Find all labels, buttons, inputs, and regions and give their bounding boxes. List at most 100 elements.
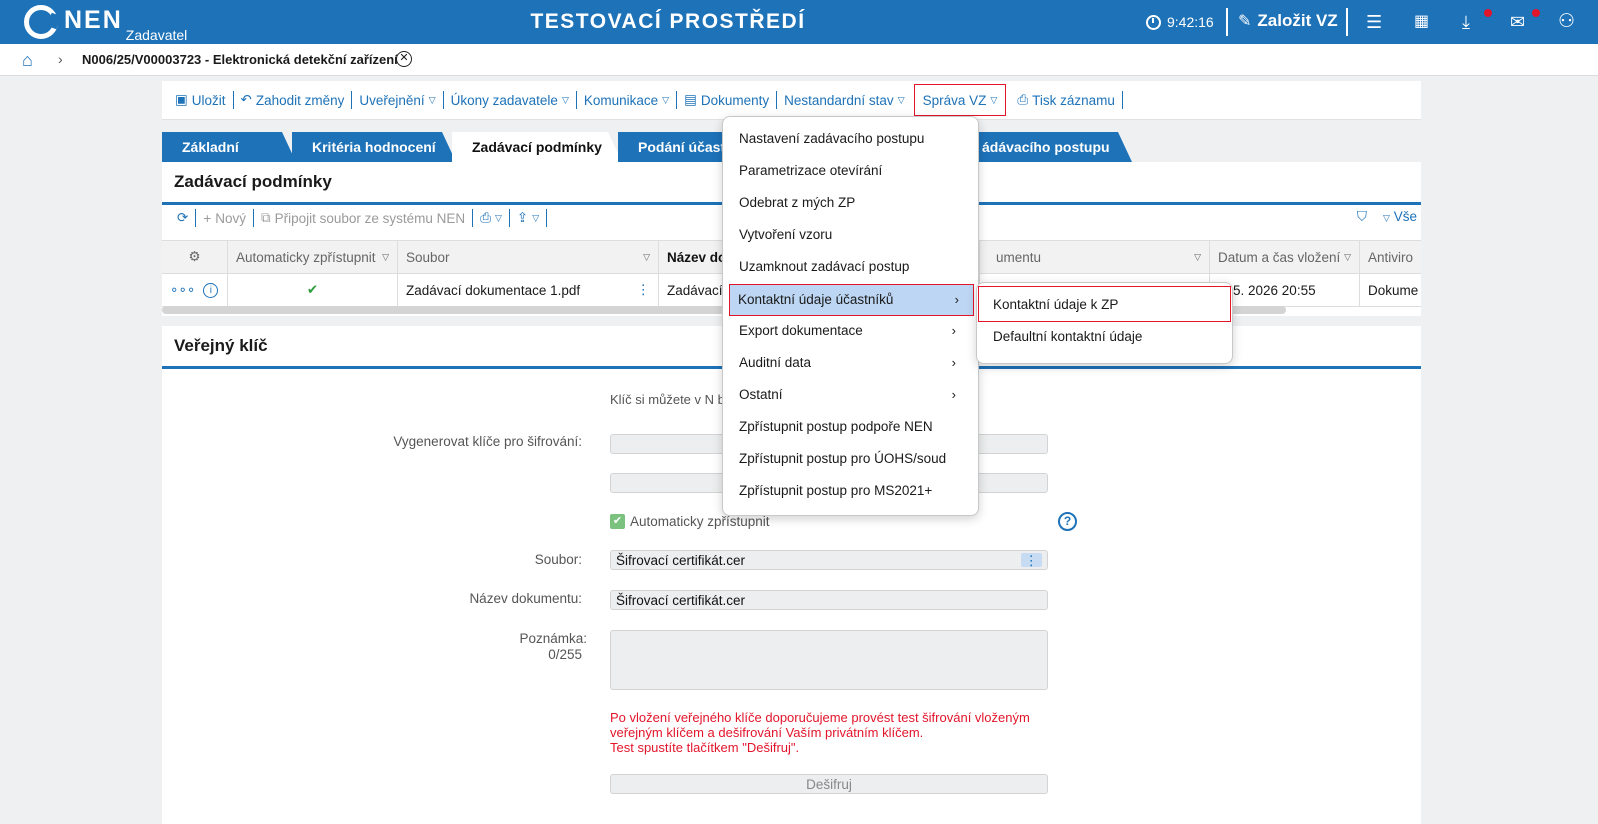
print-button[interactable]: ⎙ Tisk záznamu [1010,91,1123,109]
dropdown-icon: ▽ [662,94,670,105]
create-vz-label: Založit VZ [1257,11,1338,30]
menu-item-uohs[interactable]: Zpřístupnit postup pro ÚOHS/soud [731,444,970,474]
new-button[interactable]: + Nový [196,209,254,227]
chevron-right-icon: › [951,323,956,338]
check-icon: ✔ [228,274,398,306]
contacts-submenu: Kontaktní údaje k ZP Defaultní kontaktní… [976,282,1233,364]
note-label: Poznámka: [519,631,587,646]
menu-item-other-label: Ostatní [739,387,783,402]
generate-label: Vygenerovat klíče pro šifrování: [393,434,582,449]
row-actions[interactable]: ∘∘∘ i [162,274,228,306]
menu-item-remove[interactable]: Odebrat z mých ZP [731,188,970,218]
download-icon[interactable]: ⤓ [1462,12,1470,32]
chevron-right-icon: › [951,387,956,402]
mail-icon[interactable]: ✉ [1510,12,1525,32]
dropdown-icon: ▽ [990,94,998,105]
user-icon[interactable]: ⚇ [1558,12,1575,32]
menu-item-template[interactable]: Vytvoření vzoru [731,220,970,250]
note-counter: 0/255 [548,647,582,662]
menu-item-other[interactable]: Ostatní › [731,380,970,410]
close-icon[interactable]: ✕ [396,51,412,67]
menu-item-lock[interactable]: Uzamknout zadávací postup [731,252,970,282]
discard-button[interactable]: ↶ Zahodit změny [234,91,353,109]
documents-button[interactable]: ▤ Dokumenty [677,91,778,109]
filter-icon[interactable]: ⛉ [1357,209,1367,225]
help-icon[interactable]: ? [1058,512,1077,531]
tab-criteria[interactable]: Kritéria hodnocení [292,132,456,162]
tab-procedure[interactable]: ádávacího postupu [962,132,1132,162]
auto-publish-checkbox[interactable]: ✔ Automaticky zpřístupnit [610,514,770,529]
discard-label: Zahodit změny [255,92,345,108]
decrypt-button[interactable]: Dešifruj [610,774,1048,794]
note-textarea[interactable] [610,630,1048,690]
menu-item-settings[interactable]: Nastavení zadávacího postupu [731,124,970,154]
kebab-icon[interactable]: ⋮ [1020,553,1042,568]
breadcrumb-title[interactable]: N006/25/V00003723 - Elektronická detekčn… [82,52,398,67]
new-label: Nový [215,210,246,226]
divider [1346,8,1348,36]
attach-button[interactable]: ⧉ Připojit soubor ze systému NEN [254,209,474,227]
home-icon[interactable]: ⌂ [22,50,33,71]
column-antivirus[interactable]: Antiviro [1360,241,1421,273]
docname-field[interactable]: Šifrovací certifikát.cer [610,590,1048,610]
grid-print-menu[interactable]: ⎙ ▽ [473,209,510,227]
action-toolbar: ▣ Uložit ↶ Zahodit změny Uveřejnění ▽ Úkony… [162,81,1421,120]
column-doc[interactable]: umentu ▽ [980,241,1210,273]
column-file[interactable]: Soubor ▽ [398,241,659,273]
sort-icon: ▽ [1194,251,1201,262]
more-icon[interactable]: ∘∘∘ [170,282,195,298]
row-file[interactable]: Zadávací dokumentace 1.pdf ⋮ [398,274,659,306]
menu-item-opening[interactable]: Parametrizace otevírání [731,156,970,186]
decrypt-instruction: Test spustíte tlačítkem "Dešifruj". [610,740,800,755]
breadcrumb: ⌂ › N006/25/V00003723 - Elektronická det… [0,44,1598,76]
info-icon[interactable]: i [203,282,219,298]
chevron-right-icon: › [58,51,63,67]
show-all-button[interactable]: ▽ Vše [1383,209,1417,225]
calendar-icon[interactable]: ▦ [1414,12,1429,32]
column-antivirus-label: Antiviro [1368,249,1414,265]
document-icon: ▤ [684,92,697,107]
mail-badge [1532,9,1540,17]
export-menu[interactable]: ⇪ ▽ [510,209,548,227]
menu-item-audit-label: Auditní data [739,355,812,370]
tab-basic[interactable]: Základní údaje [162,132,296,162]
session-clock: 9:42:16 [1146,14,1214,30]
acts-menu[interactable]: Úkony zadavatele ▽ [444,91,577,109]
column-auto[interactable]: Automaticky zpřístupnit ▽ [228,241,398,273]
sort-icon: ▽ [643,251,650,262]
column-file-label: Soubor [406,249,450,265]
checkbox-checked-icon: ✔ [610,514,625,529]
row-antivirus: Dokume [1368,282,1419,298]
save-label: Uložit [191,92,226,108]
tab-conditions[interactable]: Zadávací podmínky [452,132,622,162]
menu-item-audit[interactable]: Auditní data › [731,348,970,378]
menu-item-contacts-label: Kontaktní údaje účastníků [738,292,894,307]
nonstandard-menu[interactable]: Nestandardní stav ▽ [777,91,911,109]
menu-item-ms2021[interactable]: Zpřístupnit postup pro MS2021+ [731,476,970,506]
file-field[interactable]: Šifrovací certifikát.cer ⋮ [610,550,1048,570]
column-settings-icon[interactable]: ⚙ [162,241,228,273]
clock-time: 9:42:16 [1167,14,1214,30]
submenu-item-default-contacts[interactable]: Defaultní kontaktní údaje [978,322,1224,352]
menu-item-support[interactable]: Zpřístupnit postup podpoře NEN [731,412,970,442]
management-menu[interactable]: Správa VZ ▽ [913,84,1007,116]
create-vz-button[interactable]: ✎ Založit VZ [1238,11,1338,31]
dropdown-icon: ▽ [428,94,436,105]
save-button[interactable]: ▣ Uložit [168,91,234,109]
publish-menu[interactable]: Uveřejnění ▽ [352,91,444,109]
communication-menu[interactable]: Komunikace ▽ [577,91,678,109]
menu-item-contacts[interactable]: Kontaktní údaje účastníků › [729,284,974,316]
menu-item-export[interactable]: Export dokumentace › [731,316,970,346]
submenu-item-zp-contacts[interactable]: Kontaktní údaje k ZP [978,286,1231,322]
top-bar: NEN Zadavatel TESTOVACÍ PROSTŘEDÍ 9:42:1… [0,0,1598,44]
nonstandard-label: Nestandardní stav [784,92,894,108]
column-datetime[interactable]: Datum a čas vložení ▽ [1210,241,1360,273]
row-file-label: Zadávací dokumentace 1.pdf [406,282,581,298]
chevron-right-icon: › [954,292,959,307]
menu-icon[interactable]: ☰ [1366,12,1382,32]
file-label: Soubor: [534,552,582,567]
column-datetime-label: Datum a čas vložení [1218,249,1341,265]
communication-label: Komunikace [583,92,659,108]
refresh-button[interactable]: ⟳ [170,209,197,227]
kebab-icon[interactable]: ⋮ [637,282,651,298]
